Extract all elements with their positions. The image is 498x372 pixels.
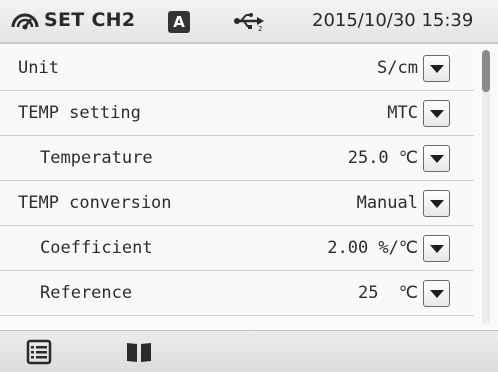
mode-badge: A (168, 11, 190, 33)
datetime-display: 2015/10/30 15:39 (312, 10, 474, 31)
setting-row-unit[interactable]: Unit S/cm (0, 46, 474, 91)
setting-row-temperature[interactable]: Temperature 25.0 ℃ (0, 136, 474, 181)
header-bar: SET CH2 A 2 2015/10/30 15:39 (0, 0, 498, 44)
usb-icon: 2 (234, 13, 264, 32)
setting-value: 2.00 %/℃ (327, 238, 418, 258)
manual-button[interactable] (122, 339, 156, 365)
chevron-down-icon (430, 245, 444, 253)
settings-list: Unit S/cm TEMP setting MTC Temperature 2… (0, 46, 474, 328)
scrollbar-thumb[interactable] (482, 50, 490, 92)
setting-label: TEMP setting (18, 103, 141, 123)
setting-row-temp-conversion[interactable]: TEMP conversion Manual (0, 181, 474, 226)
page-title: SET CH2 (44, 9, 136, 31)
dropdown-button[interactable] (423, 280, 450, 307)
sensor-icon (11, 13, 39, 30)
dropdown-button[interactable] (423, 145, 450, 172)
setting-row-temp-setting[interactable]: TEMP setting MTC (0, 91, 474, 136)
bottom-toolbar (0, 330, 498, 372)
scrollbar[interactable] (482, 50, 490, 324)
dropdown-button[interactable] (423, 190, 450, 217)
setting-value: 25.0 ℃ (347, 148, 418, 168)
setting-label: TEMP conversion (18, 193, 172, 213)
chevron-down-icon (430, 65, 444, 73)
menu-button[interactable] (22, 339, 56, 365)
setting-label: Coefficient (40, 238, 153, 258)
setting-value: 25 ℃ (357, 283, 418, 303)
chevron-down-icon (430, 155, 444, 163)
chevron-down-icon (430, 200, 444, 208)
menu-list-icon (26, 339, 52, 365)
setting-label: Unit (18, 58, 59, 78)
setting-value: Manual (356, 193, 418, 213)
setting-value: S/cm (377, 58, 418, 78)
manual-book-icon (127, 343, 151, 362)
setting-label: Temperature (40, 148, 153, 168)
chevron-down-icon (430, 110, 444, 118)
setting-row-reference[interactable]: Reference 25 ℃ (0, 271, 474, 316)
chevron-down-icon (430, 290, 444, 298)
setting-value: MTC (387, 103, 418, 123)
dropdown-button[interactable] (423, 100, 450, 127)
setting-row-coefficient[interactable]: Coefficient 2.00 %/℃ (0, 226, 474, 271)
dropdown-button[interactable] (423, 235, 450, 262)
settings-screen: SET CH2 A 2 2015/10/30 15:39 Unit S/cm T… (0, 0, 498, 372)
setting-label: Reference (40, 283, 133, 303)
svg-text:2: 2 (258, 25, 262, 32)
dropdown-button[interactable] (423, 55, 450, 82)
